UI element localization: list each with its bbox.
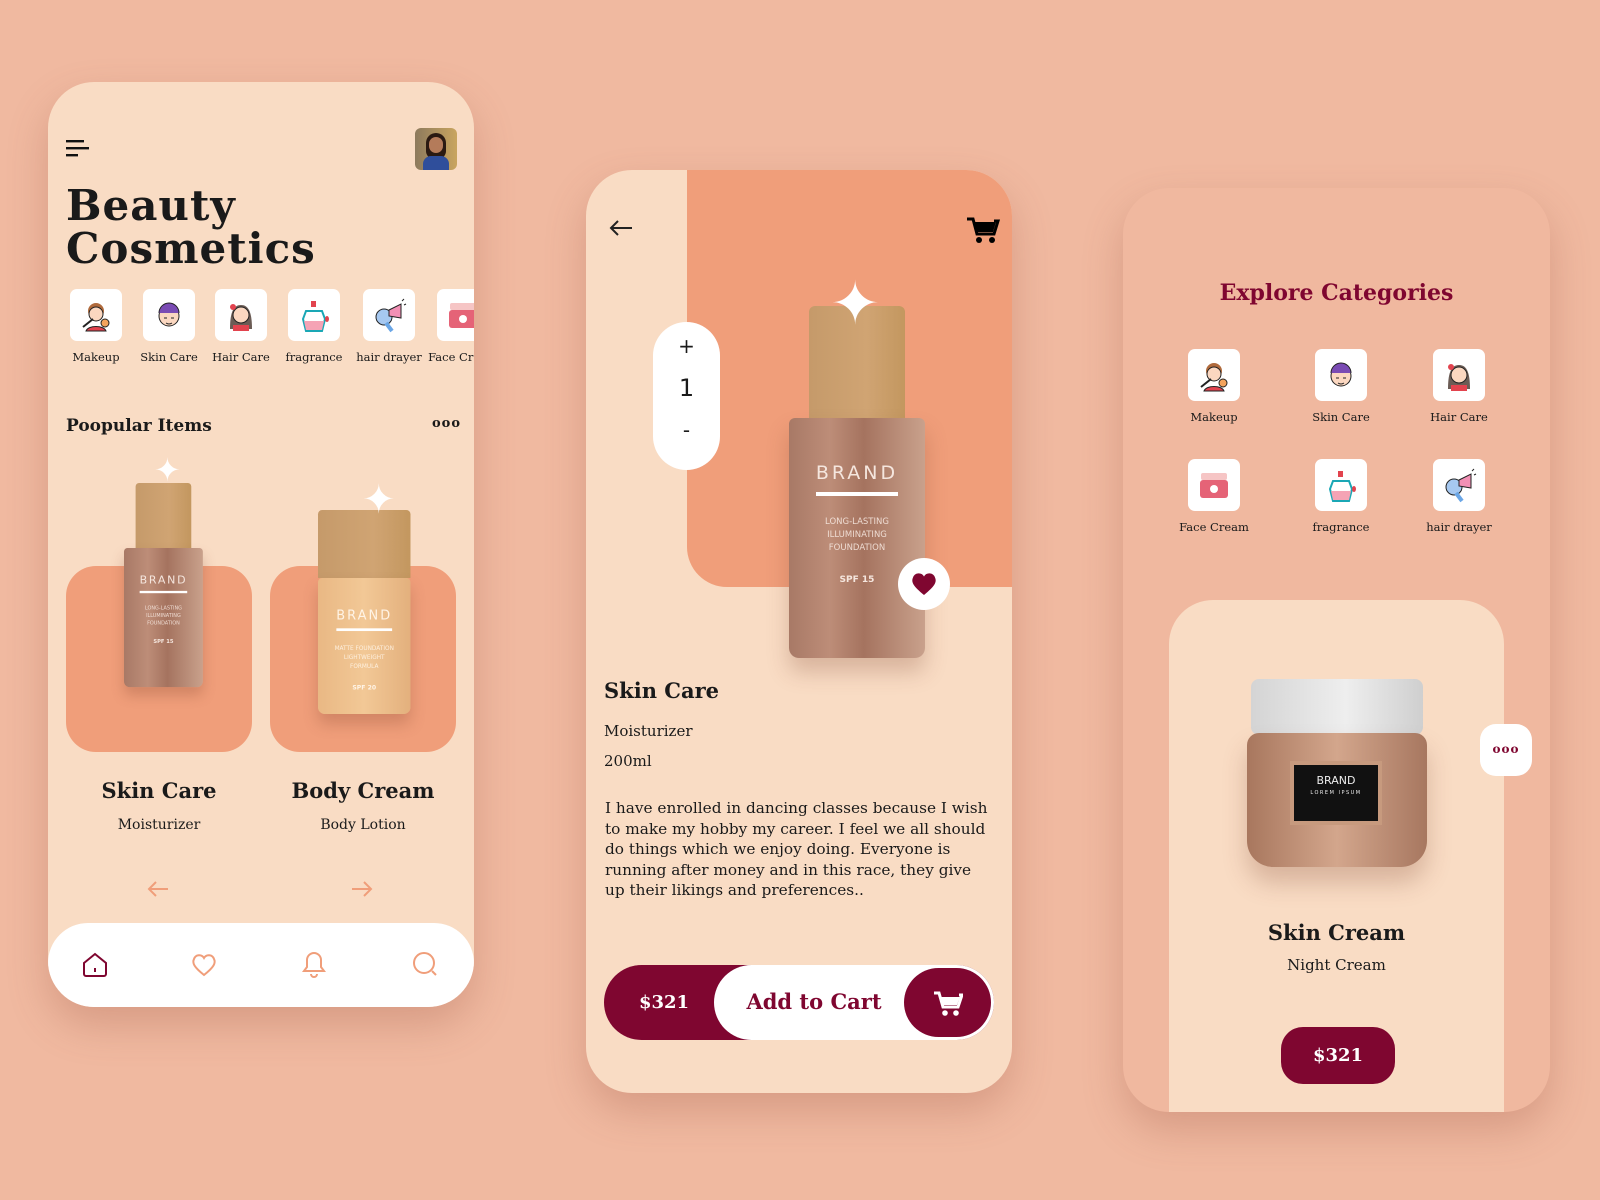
category-label: Makeup — [72, 350, 120, 364]
price-button[interactable]: $321 — [1281, 1027, 1395, 1084]
product-description: I have enrolled in dancing classes becau… — [605, 799, 988, 899]
category-skin-care[interactable]: Skin Care — [132, 289, 206, 364]
bottom-nav — [48, 923, 474, 1007]
category-face-cream[interactable]: Face Cream — [1177, 459, 1251, 534]
back-arrow-button[interactable] — [608, 218, 634, 238]
product-title[interactable]: Body Cream — [270, 778, 456, 803]
sparkle-icon: ✦ — [154, 451, 181, 489]
product-brand: BRAND — [139, 573, 188, 587]
category-label: Skin Care — [140, 350, 198, 364]
category-hair-drayer[interactable]: hair drayer — [1422, 459, 1496, 534]
home-icon[interactable] — [81, 951, 109, 979]
category-label: Hair Care — [1430, 410, 1488, 424]
more-options-button[interactable]: ooo — [1480, 724, 1532, 776]
featured-product-card[interactable]: BRAND LOREM IPSUM Skin Cream Night Cream… — [1169, 600, 1504, 1112]
sparkle-icon: ✦ — [830, 269, 881, 339]
price-label: $321 — [638, 992, 690, 1013]
next-arrow-button[interactable] — [350, 879, 374, 899]
product-title[interactable]: Skin Care — [66, 778, 252, 803]
section-title: Explore Categories — [1219, 280, 1454, 306]
product-label-text: MATTE FOUNDATION LIGHTWEIGHT FORMULA — [334, 645, 394, 670]
product-title: Skin Care — [604, 678, 720, 703]
category-label: Hair Care — [212, 350, 270, 364]
section-title: Poopular Items — [66, 416, 212, 436]
product-image-jar: BRAND LOREM IPSUM — [1247, 679, 1427, 867]
category-label: hair drayer — [1426, 520, 1492, 534]
category-hair-care[interactable]: Hair Care — [1422, 349, 1496, 424]
search-icon[interactable] — [412, 951, 440, 979]
skin-care-icon — [1315, 349, 1367, 401]
heart-filled-icon — [912, 573, 936, 595]
avatar[interactable] — [415, 128, 457, 170]
home-screen: Beauty Cosmetics Makeup Skin Care Hair Car… — [48, 82, 474, 1007]
page-title: Beauty Cosmetics — [66, 184, 316, 270]
category-fragrance[interactable]: fragrance — [1304, 459, 1378, 534]
product-spf: SPF 15 — [153, 639, 174, 645]
category-label: Face Cream — [1179, 520, 1249, 534]
product-spf: SPF 20 — [352, 684, 377, 692]
fragrance-icon — [288, 289, 340, 341]
more-options-button[interactable]: ooo — [432, 416, 461, 431]
product-subtitle: Night Cream — [1287, 956, 1386, 974]
category-skin-care[interactable]: Skin Care — [1304, 349, 1378, 424]
previous-arrow-button[interactable] — [146, 879, 170, 899]
category-hair-drayer[interactable]: hair drayer — [352, 289, 426, 364]
face-cream-icon — [437, 289, 474, 341]
product-brand: BRAND — [336, 607, 393, 623]
product-size: 200ml — [604, 752, 652, 770]
fragrance-icon — [1315, 459, 1367, 511]
category-face-cream[interactable]: Face Cream — [426, 289, 474, 364]
category-label: fragrance — [285, 350, 343, 364]
product-subtitle: Body Lotion — [320, 817, 406, 833]
quantity-value: 1 — [678, 374, 695, 402]
category-makeup[interactable]: Makeup — [1177, 349, 1251, 424]
category-label: Skin Care — [1312, 410, 1370, 424]
category-label: hair drayer — [356, 350, 422, 364]
hair-dryer-icon — [363, 289, 415, 341]
title-line-1: Beauty — [66, 181, 236, 230]
product-label-text: LONG-LASTING ILLUMINATING FOUNDATION — [144, 605, 182, 627]
favorite-button[interactable] — [898, 558, 950, 610]
makeup-icon — [1188, 349, 1240, 401]
bell-icon[interactable] — [300, 950, 328, 980]
category-fragrance[interactable]: fragrance — [277, 289, 351, 364]
title-line-2: Cosmetics — [66, 224, 316, 273]
product-subtitle: Moisturizer — [117, 817, 201, 833]
add-to-cart-bar: $321 Add to Cart — [604, 965, 994, 1040]
cart-icon — [933, 991, 963, 1016]
sparkle-icon: ✦ — [362, 477, 396, 523]
makeup-icon — [70, 289, 122, 341]
explore-screen: Explore Categories Makeup Skin Care Hair C… — [1123, 188, 1550, 1112]
decrement-button[interactable]: - — [653, 418, 720, 442]
category-label: fragrance — [1312, 520, 1370, 534]
hair-care-icon — [1433, 349, 1485, 401]
product-brand: BRAND — [1316, 774, 1356, 787]
product-image-foundation: BRAND LONG-LASTING ILLUMINATING FOUNDATIO… — [789, 306, 925, 658]
cart-button[interactable] — [904, 968, 991, 1037]
product-title: Skin Cream — [1267, 920, 1406, 945]
category-hair-care[interactable]: Hair Care — [204, 289, 278, 364]
menu-icon[interactable] — [66, 138, 90, 158]
product-tagline: LOREM IPSUM — [1310, 790, 1362, 796]
product-image-cream-foundation: BRAND MATTE FOUNDATION LIGHTWEIGHT FORMUL… — [318, 510, 411, 749]
category-makeup[interactable]: Makeup — [59, 289, 133, 364]
product-image-foundation: BRAND LONG-LASTING ILLUMINATING FOUNDATIO… — [124, 483, 203, 688]
category-label: Face Cream — [428, 350, 474, 364]
face-cream-icon — [1188, 459, 1240, 511]
product-subtitle: Moisturizer — [604, 722, 693, 740]
quantity-stepper: + 1 - — [653, 322, 720, 470]
add-to-cart-button[interactable]: Add to Cart — [714, 965, 994, 1040]
product-detail-screen: + 1 - BRAND LONG-LASTING ILLUMINATING FOU… — [586, 170, 1012, 1093]
hair-care-icon — [215, 289, 267, 341]
category-label: Makeup — [1190, 410, 1238, 424]
hair-dryer-icon — [1433, 459, 1485, 511]
product-label-text: LONG-LASTING ILLUMINATING FOUNDATION — [825, 517, 889, 553]
skin-care-icon — [143, 289, 195, 341]
add-to-cart-label: Add to Cart — [746, 989, 882, 1014]
cart-icon[interactable] — [966, 214, 1000, 244]
increment-button[interactable]: + — [653, 334, 720, 358]
heart-icon[interactable] — [190, 951, 218, 979]
product-brand: BRAND — [815, 462, 899, 484]
